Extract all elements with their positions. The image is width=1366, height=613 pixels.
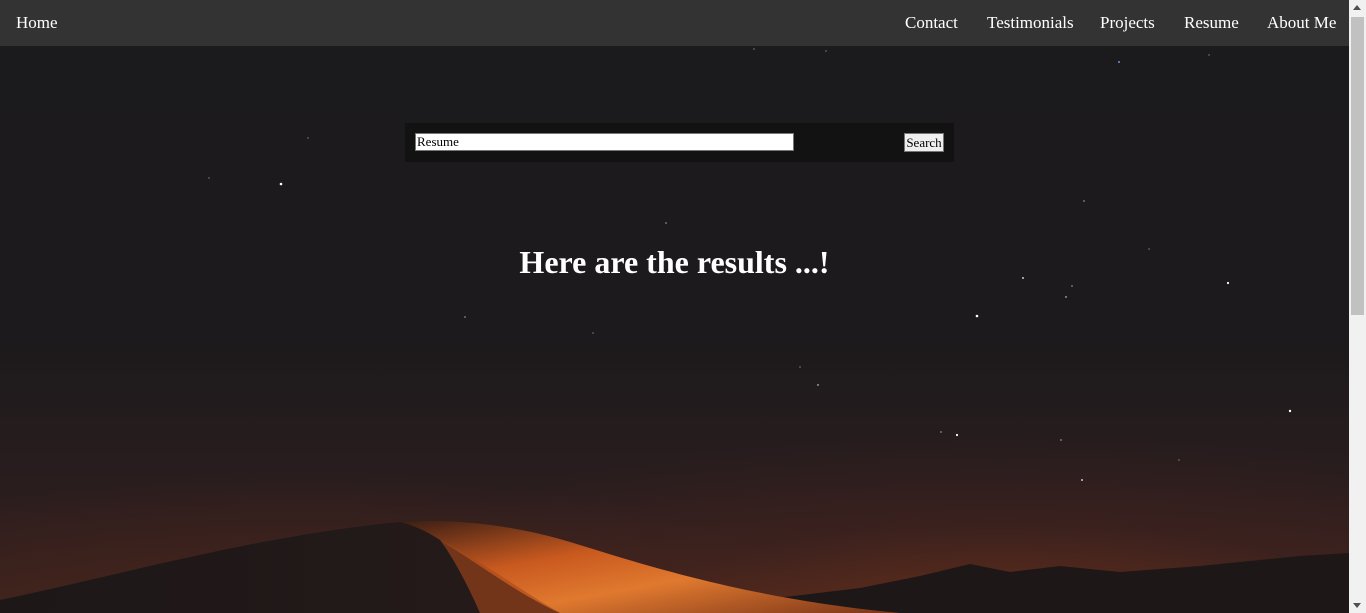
navbar: Home Contact Testimonials Projects Resum… [0,0,1349,46]
nav-link-about-me[interactable]: About Me [1267,13,1336,33]
vertical-scrollbar[interactable] [1349,0,1366,613]
scroll-down-arrow-icon[interactable] [1353,603,1361,608]
nav-link-projects[interactable]: Projects [1100,13,1155,33]
search-input[interactable] [415,133,794,151]
nav-home-link[interactable]: Home [16,13,58,33]
nav-link-resume[interactable]: Resume [1184,13,1239,33]
scrollbar-thumb[interactable] [1351,17,1364,315]
scroll-up-arrow-icon[interactable] [1353,5,1361,10]
nav-link-testimonials[interactable]: Testimonials [987,13,1074,33]
desert-night-background [0,0,1349,613]
search-box: Search [405,123,954,162]
nav-link-contact[interactable]: Contact [905,13,958,33]
background-image [0,48,1349,613]
search-button[interactable]: Search [904,133,944,152]
results-heading: Here are the results ...! [519,244,830,280]
page: Home Contact Testimonials Projects Resum… [0,0,1366,613]
